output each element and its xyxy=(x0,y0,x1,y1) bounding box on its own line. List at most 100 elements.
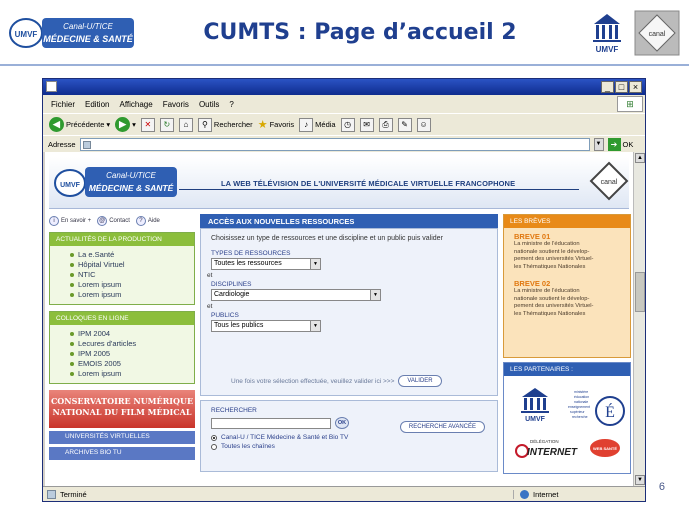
history-icon[interactable]: ◷ xyxy=(340,117,355,132)
favorites-label: Favoris xyxy=(269,120,295,129)
radio-option-canal[interactable]: Canal-U / TICE Médecine & Santé et Bio T… xyxy=(211,434,487,441)
menu-fichier[interactable]: Fichier xyxy=(51,100,75,109)
list-item[interactable]: IPM 2005 xyxy=(70,349,194,359)
news-text-line: pement des universités Virtuel- xyxy=(514,303,594,309)
window-titlebar[interactable]: _ □ × xyxy=(43,79,645,95)
more-info-link[interactable]: i En savoir + xyxy=(49,216,91,226)
canal-logo: canal xyxy=(589,161,629,201)
menu-help[interactable]: ? xyxy=(229,100,233,109)
svg-text:UMVF: UMVF xyxy=(525,416,546,423)
news-text-line: La ministre de l'éducation xyxy=(514,288,580,294)
address-bar: Adresse ▼ ➔ OK xyxy=(43,135,645,152)
go-button[interactable]: ➔ OK xyxy=(607,137,633,151)
search-ok-button[interactable]: OK xyxy=(335,417,349,429)
back-label: Précédente xyxy=(66,120,105,129)
vertical-scrollbar[interactable]: ▲ ▼ xyxy=(633,152,645,486)
address-dropdown-button[interactable]: ▼ xyxy=(593,137,604,151)
news-item[interactable]: BREVE 02 La ministre de l'éducation nati… xyxy=(504,271,630,318)
radio-button[interactable] xyxy=(211,443,217,450)
news-item[interactable]: BREVE 01 La ministre de l'éducation nati… xyxy=(504,228,630,271)
radio-button-selected[interactable] xyxy=(211,434,217,441)
and-label: et xyxy=(207,303,213,310)
delegation-internet-logo[interactable]: DÉLÉGATION INTERNET xyxy=(514,435,582,463)
list-item[interactable]: EMOIS 2005 xyxy=(70,359,194,369)
close-button[interactable]: × xyxy=(629,81,642,93)
window-controls: _ □ × xyxy=(601,81,642,93)
radio-option-all[interactable]: Toutes les chaînes xyxy=(211,443,487,450)
status-left: Terminé xyxy=(43,489,513,499)
universites-virtuelles-link[interactable]: UNIVERSITÉS VIRTUELLES xyxy=(49,431,195,444)
contact-link[interactable]: @ Contact xyxy=(97,216,130,226)
scroll-up-icon[interactable]: ▲ xyxy=(635,153,645,163)
svg-text:INTERNET: INTERNET xyxy=(527,447,578,458)
web-sante-logo[interactable]: WEB SANTÉ xyxy=(588,437,622,459)
production-news-header: ACTUALITÉS DE LA PRODUCTION xyxy=(50,233,194,246)
stop-icon[interactable]: ✕ xyxy=(140,117,155,132)
help-link[interactable]: ? Aide xyxy=(135,216,160,226)
archives-bio-tu-link[interactable]: ARCHIVES BIO TU xyxy=(49,447,195,460)
mail-icon[interactable]: ✉ xyxy=(359,117,374,132)
svg-text:UMVF: UMVF xyxy=(60,182,81,189)
site-logo[interactable]: UMVF Canal-U/TICE MÉDECINE & SANTÉ xyxy=(53,161,179,201)
search-input[interactable] xyxy=(211,417,331,429)
list-item[interactable]: Lorem ipsum xyxy=(70,290,194,300)
security-zone: Internet xyxy=(513,489,558,499)
menu-outils[interactable]: Outils xyxy=(199,100,219,109)
types-label: TYPES DE RESSOURCES xyxy=(211,250,291,257)
scroll-down-icon[interactable]: ▼ xyxy=(635,475,645,485)
umvf-partner-logo[interactable]: UMVF xyxy=(518,385,552,423)
search-button[interactable]: ⚲ Rechercher xyxy=(197,117,253,132)
advanced-search-button[interactable]: RECHERCHE AVANCÉE xyxy=(399,421,485,433)
svg-text:ministère: ministère xyxy=(574,390,588,394)
svg-text:recherche: recherche xyxy=(572,415,588,419)
refresh-icon[interactable]: ↻ xyxy=(159,117,174,132)
info-icon: i xyxy=(49,216,59,226)
validate-button[interactable]: VALIDER xyxy=(398,375,442,387)
help-label: Aide xyxy=(147,218,160,224)
list-item[interactable]: Hôpital Virtuel xyxy=(70,260,194,270)
menu-bar: Fichier Edition Affichage Favoris Outils… xyxy=(43,95,645,113)
list-item[interactable]: Lecures d'articles xyxy=(70,339,194,349)
list-item[interactable]: La e.Santé xyxy=(70,250,194,260)
publics-select[interactable]: Tous les publics ▼ xyxy=(211,320,321,332)
maximize-button[interactable]: □ xyxy=(615,81,628,93)
menu-edition[interactable]: Edition xyxy=(85,100,109,109)
right-column: LES BRÈVES BREVE 01 La ministre de l'édu… xyxy=(503,214,631,474)
address-label: Adresse xyxy=(48,139,76,149)
list-item[interactable]: NTIC xyxy=(70,270,194,280)
types-select[interactable]: Toutes les ressources ▼ xyxy=(211,258,321,270)
production-news-box: ACTUALITÉS DE LA PRODUCTION La e.Santé H… xyxy=(49,232,195,305)
messenger-icon[interactable]: ☺ xyxy=(416,117,431,132)
svg-text:enseignement: enseignement xyxy=(568,405,590,409)
star-icon: ★ xyxy=(257,119,268,131)
forward-button[interactable]: ▶ ▾ xyxy=(115,117,136,132)
news-header: LES BRÈVES xyxy=(504,215,630,228)
disciplines-select[interactable]: Cardiologie ▼ xyxy=(211,289,381,301)
resources-header: ACCÈS AUX NOUVELLES RESSOURCES xyxy=(200,214,498,228)
media-button[interactable]: ♪ Média xyxy=(299,117,336,132)
list-item[interactable]: Lorem ipsum xyxy=(70,280,194,290)
chevron-down-icon: ▼ xyxy=(310,321,320,331)
print-icon[interactable]: ⎙ xyxy=(378,117,393,132)
menu-affichage[interactable]: Affichage xyxy=(119,100,152,109)
svg-text:supérieur: supérieur xyxy=(570,410,585,414)
svg-text:canal: canal xyxy=(601,179,618,186)
svg-text:éducation: éducation xyxy=(574,395,589,399)
favorites-button[interactable]: ★ Favoris xyxy=(258,118,294,131)
home-icon[interactable]: ⌂ xyxy=(178,117,193,132)
address-input[interactable] xyxy=(79,137,590,151)
left-column: i En savoir + @ Contact ? Aide ACTUALITÉ… xyxy=(49,214,195,460)
scroll-thumb[interactable] xyxy=(635,272,645,312)
and-label: et xyxy=(207,272,213,279)
radio-option-canal-label: Canal-U / TICE Médecine & Santé et Bio T… xyxy=(221,434,349,441)
edit-icon[interactable]: ✎ xyxy=(397,117,412,132)
back-button[interactable]: ◀ Précédente ▾ xyxy=(49,117,110,132)
menu-favoris[interactable]: Favoris xyxy=(163,100,189,109)
status-text: Terminé xyxy=(60,489,87,499)
minimize-button[interactable]: _ xyxy=(601,81,614,93)
conservatoire-banner[interactable]: CONSERVATOIRE NUMÉRIQUE NATIONAL DU FILM… xyxy=(49,390,195,428)
list-item[interactable]: Lorem ipsum xyxy=(70,369,194,379)
list-item[interactable]: IPM 2004 xyxy=(70,329,194,339)
ministry-partner-logo[interactable]: ministère éducation nationale enseigneme… xyxy=(566,385,626,427)
browser-window: _ □ × Fichier Edition Affichage Favoris … xyxy=(42,78,646,502)
